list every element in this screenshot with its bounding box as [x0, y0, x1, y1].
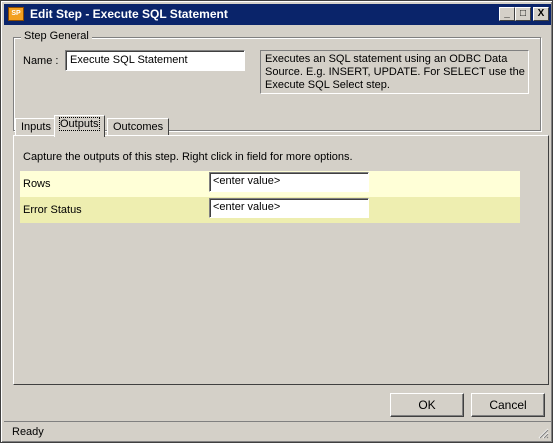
output-field-rows[interactable]: <enter value>	[209, 172, 369, 192]
window-title: Edit Step - Execute SQL Statement	[30, 7, 228, 21]
tab-outcomes-label: Outcomes	[113, 121, 164, 133]
step-general-legend: Step General	[21, 30, 92, 42]
tab-outcomes[interactable]: Outcomes	[107, 118, 170, 136]
minimize-button[interactable]: _	[499, 7, 515, 21]
close-button[interactable]: X	[533, 7, 549, 21]
status-bar: Ready	[4, 421, 551, 441]
app-icon: SP	[8, 7, 24, 21]
output-label-error-status: Error Status	[23, 204, 82, 216]
output-field-error-status[interactable]: <enter value>	[209, 198, 369, 218]
output-label-rows: Rows	[23, 178, 51, 190]
name-label: Name :	[23, 55, 59, 67]
status-text: Ready	[12, 426, 44, 438]
name-input[interactable]: Execute SQL Statement	[65, 50, 245, 71]
tab-outputs-label: Outputs	[59, 117, 100, 131]
resize-grip-icon[interactable]	[538, 428, 549, 439]
step-description: Executes an SQL statement using an ODBC …	[260, 50, 529, 94]
maximize-button[interactable]: □	[515, 7, 531, 21]
tab-outputs[interactable]: Outputs	[54, 115, 105, 137]
output-row-error-status: Error Status <enter value>	[20, 197, 520, 223]
tab-inputs-label: Inputs	[21, 121, 51, 133]
edit-step-window: SP Edit Step - Execute SQL Statement _ □…	[0, 0, 553, 443]
ok-button[interactable]: OK	[390, 393, 464, 417]
title-bar[interactable]: SP Edit Step - Execute SQL Statement _ □…	[4, 4, 551, 25]
cancel-button[interactable]: Cancel	[471, 393, 545, 417]
outputs-instruction: Capture the outputs of this step. Right …	[23, 151, 353, 163]
output-row-rows: Rows <enter value>	[20, 171, 520, 197]
tab-inputs[interactable]: Inputs	[15, 118, 57, 136]
